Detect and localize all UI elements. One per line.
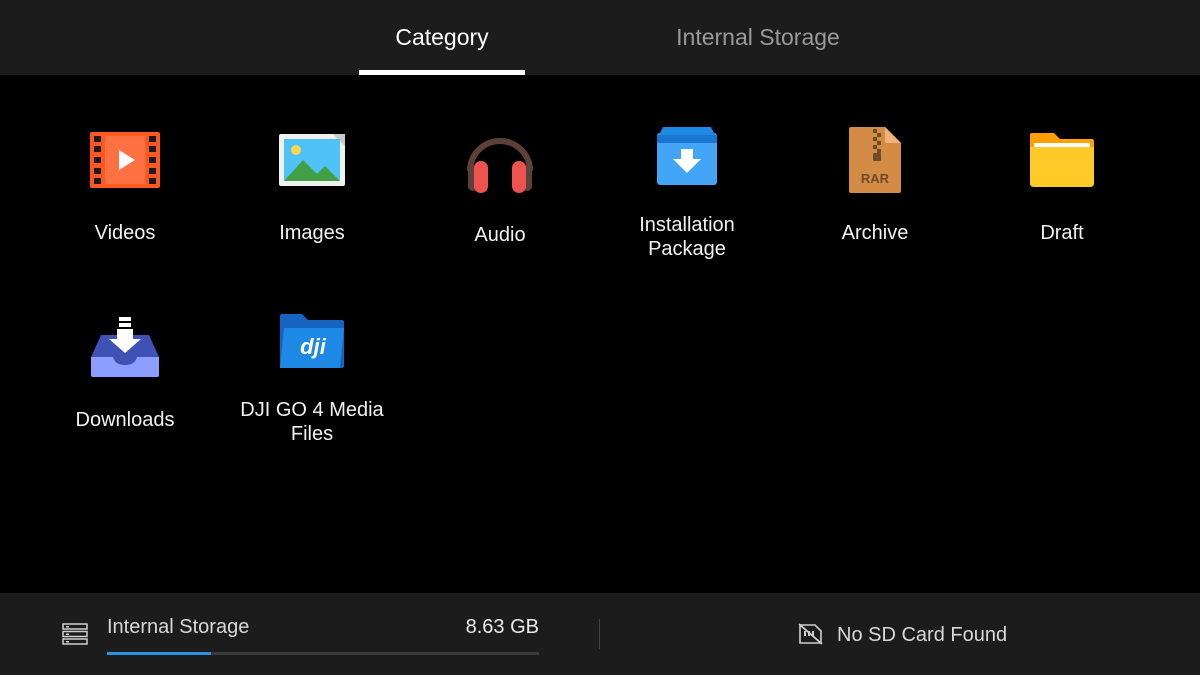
category-images[interactable]: Images — [222, 75, 402, 245]
headphones-icon — [460, 127, 540, 195]
category-downloads[interactable]: Downloads — [35, 262, 215, 432]
tab-category[interactable]: Category — [359, 0, 525, 75]
category-draft[interactable]: Draft — [972, 75, 1152, 245]
storage-icon — [62, 623, 88, 645]
category-label: DJI GO 4 Media Files — [240, 399, 384, 445]
sd-card-status: No SD Card Found — [837, 624, 1008, 646]
storage-usage-fill — [107, 652, 211, 655]
internal-storage-size: 8.63 GB — [465, 616, 539, 638]
category-archive[interactable]: RAR Archive — [785, 75, 965, 245]
category-label: Draft — [1040, 222, 1084, 244]
category-label: Downloads — [75, 409, 175, 431]
category-label: Archive — [841, 222, 909, 244]
folder-icon — [1022, 127, 1102, 193]
dji-icon-text: dji — [300, 334, 327, 359]
storage-status-bar: Internal Storage 8.63 GB No SD Card Foun… — [0, 593, 1200, 675]
dji-folder-icon: dji — [272, 314, 352, 370]
download-tray-icon — [85, 314, 165, 380]
category-audio[interactable]: Audio — [410, 75, 590, 246]
category-grid: Videos Images Audio Installation Package… — [0, 75, 1200, 593]
tab-internal-storage[interactable]: Internal Storage — [640, 0, 876, 75]
category-label: Audio — [474, 224, 526, 246]
internal-storage-label[interactable]: Internal Storage — [107, 616, 249, 639]
rar-archive-icon: RAR — [835, 127, 915, 193]
divider — [599, 619, 600, 649]
package-icon — [647, 127, 727, 185]
category-installation-package[interactable]: Installation Package — [597, 75, 777, 260]
category-label: Installation Package — [639, 214, 735, 260]
rar-icon-text: RAR — [861, 171, 890, 186]
image-icon — [272, 127, 352, 193]
file-manager-screen: Category Internal Storage Videos Images … — [0, 0, 1200, 675]
category-label: Images — [279, 222, 345, 244]
category-dji-go-4-media-files[interactable]: dji DJI GO 4 Media Files — [222, 262, 402, 445]
tab-bar: Category Internal Storage — [0, 0, 1200, 75]
category-videos[interactable]: Videos — [35, 75, 215, 245]
storage-usage-bar — [107, 652, 539, 655]
video-icon — [85, 127, 165, 193]
no-sd-card-icon — [797, 623, 823, 645]
category-label: Videos — [94, 222, 156, 244]
